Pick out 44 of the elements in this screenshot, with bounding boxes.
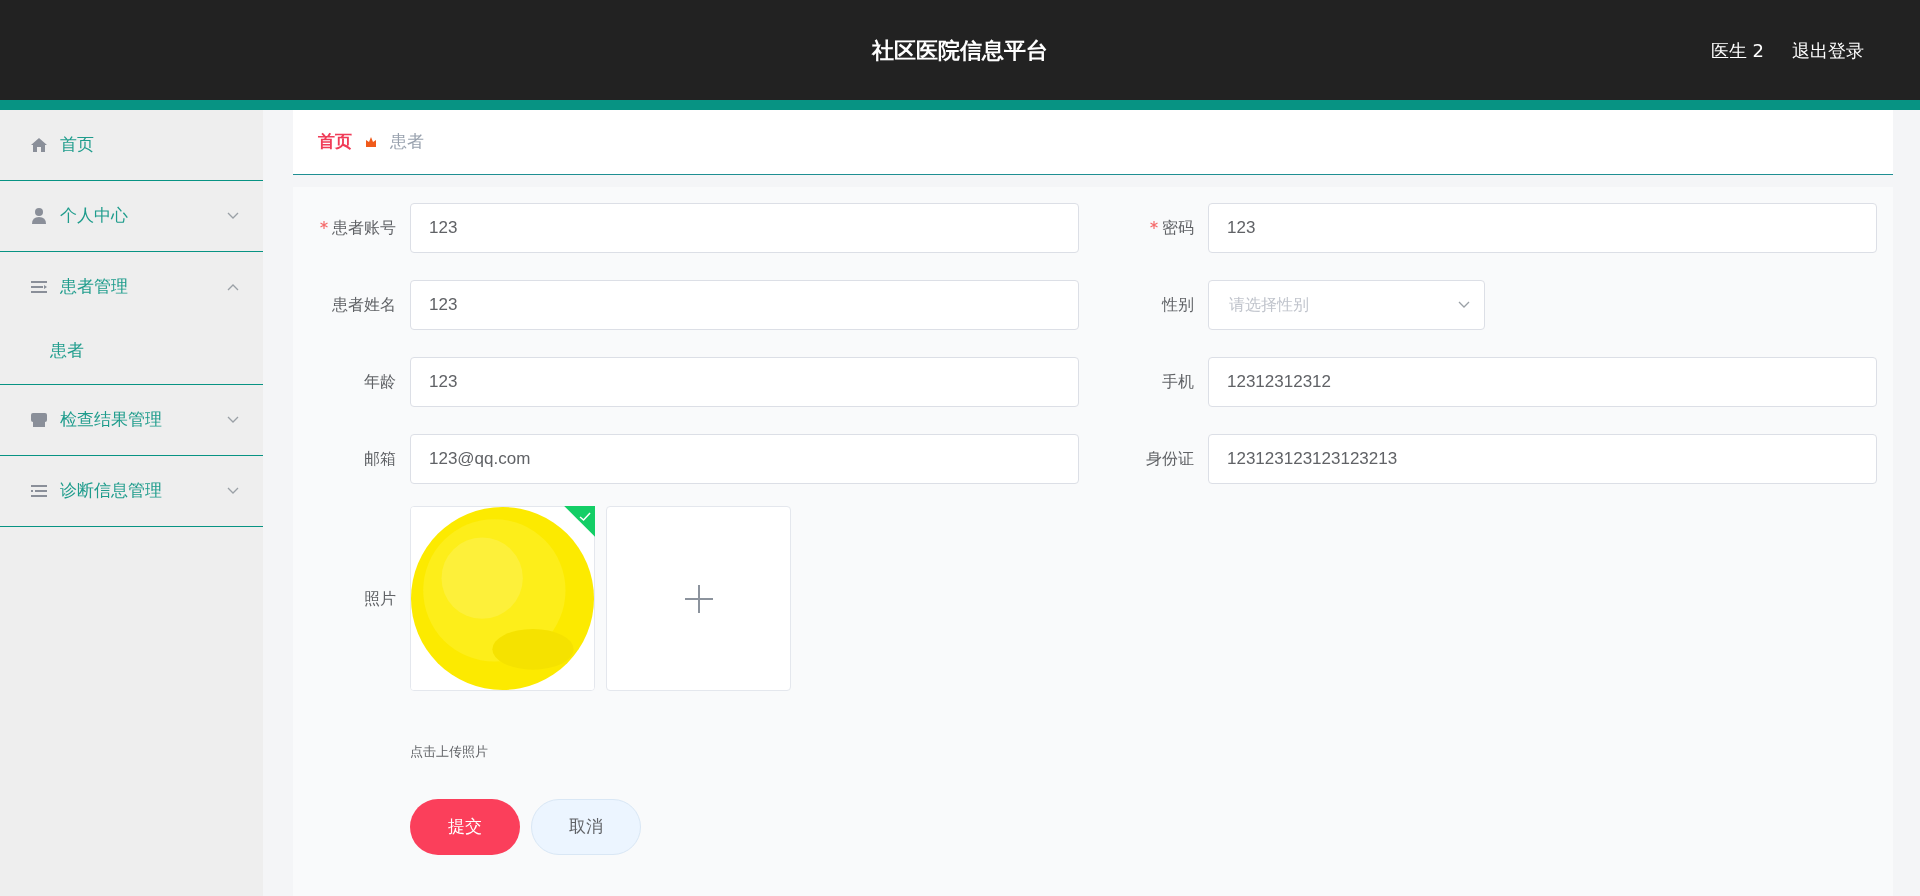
field-label: 手机	[1162, 371, 1194, 393]
chevron-icon	[227, 487, 239, 495]
user-icon	[30, 207, 48, 225]
breadcrumb-home[interactable]: 首页	[318, 129, 352, 155]
logout-link[interactable]: 退出登录	[1792, 36, 1864, 64]
sidebar-item[interactable]: 检查结果管理	[0, 385, 263, 455]
field-label: 照片	[364, 587, 396, 610]
field-label: 密码	[1162, 217, 1194, 239]
input-field[interactable]: 123	[410, 357, 1079, 407]
upload-hint: 点击上传照片	[410, 744, 488, 759]
breadcrumb-current: 患者	[390, 130, 424, 154]
field-label: 年龄	[364, 371, 396, 393]
plus-icon	[683, 583, 714, 614]
sidebar-item[interactable]: 诊断信息管理	[0, 456, 263, 526]
cancel-button[interactable]: 取消	[531, 799, 641, 855]
field-label: 邮箱	[364, 448, 396, 470]
chevron-icon	[227, 416, 239, 424]
field-label: 性别	[1162, 294, 1194, 316]
input-field[interactable]: 123123123123123213	[1208, 434, 1877, 484]
field-label: 患者账号	[332, 217, 396, 239]
chevron-icon	[227, 283, 239, 291]
input-field[interactable]: 123	[410, 203, 1079, 253]
store-icon	[30, 411, 48, 429]
field-label: 患者姓名	[332, 294, 396, 316]
crown-icon	[364, 135, 378, 149]
home-icon	[30, 136, 48, 154]
chevron-icon	[227, 212, 239, 220]
sidebar-item[interactable]: 首页	[0, 110, 263, 180]
upload-box[interactable]	[606, 506, 791, 691]
app-title: 社区医院信息平台	[872, 36, 1048, 65]
list-icon	[30, 482, 48, 500]
chevron-icon	[1458, 301, 1470, 309]
sidebar-item[interactable]: 个人中心	[0, 181, 263, 251]
list-icon	[30, 278, 48, 296]
field-label: 身份证	[1146, 448, 1194, 470]
input-field[interactable]: 12312312312	[1208, 357, 1877, 407]
check-icon	[579, 511, 592, 522]
input-field[interactable]: 123	[410, 280, 1079, 330]
input-field[interactable]: 123	[1208, 203, 1877, 253]
submit-button[interactable]: 提交	[410, 799, 520, 855]
required-icon	[1150, 221, 1158, 229]
input-field[interactable]: 123@qq.com	[410, 434, 1079, 484]
required-icon	[320, 221, 328, 229]
user-name: 医生 2	[1710, 38, 1764, 63]
